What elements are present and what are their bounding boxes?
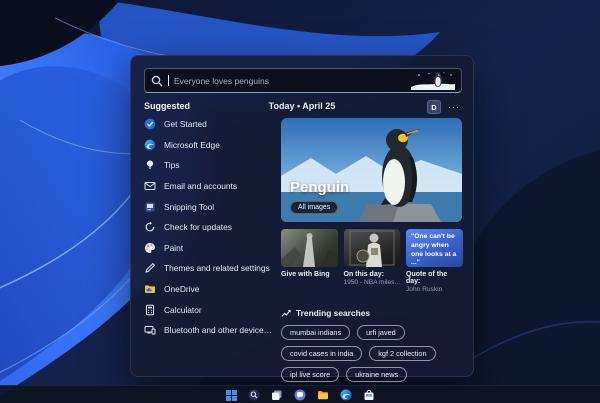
sidebar-item-tips[interactable]: Tips: [144, 159, 274, 172]
sidebar-item-themes-settings[interactable]: Themes and related settings: [144, 262, 274, 275]
sidebar-item-get-started[interactable]: Get Started: [144, 118, 274, 131]
file-explorer-icon: [318, 391, 328, 400]
trending-pill[interactable]: ipl live score: [281, 367, 340, 382]
hero-image-card[interactable]: Penguin All images: [281, 118, 462, 222]
search-input[interactable]: Everyone loves penguins: [144, 68, 462, 93]
search-taskbar-icon: [248, 389, 260, 401]
text-caret: [168, 75, 169, 86]
card-subtitle: John Ruskin: [406, 286, 443, 293]
sidebar-item-calculator[interactable]: Calculator: [144, 303, 274, 316]
card-give-with-bing[interactable]: Give with Bing: [281, 229, 338, 293]
search-query-text: Everyone loves penguins: [174, 75, 269, 86]
card-title: Give with Bing: [281, 271, 330, 278]
all-images-button[interactable]: All images: [290, 201, 339, 214]
search-icon: [151, 75, 163, 87]
card-title: Quote of the day:: [406, 271, 448, 285]
trending-pills: mumbai indians urfi javed covid cases in…: [281, 325, 462, 382]
card-subtitle: 1950 - NBA miles...: [343, 279, 400, 286]
desktop: Everyone loves penguins Suggested Today …: [0, 0, 600, 403]
devices-icon: [144, 326, 156, 335]
card-title: On this day:: [343, 271, 384, 278]
snipping-tool-icon: [145, 202, 155, 212]
file-explorer-button[interactable]: [316, 388, 330, 402]
refresh-icon: [145, 222, 155, 232]
edge-button[interactable]: [339, 388, 353, 402]
quote-text: "One can't be angry when one looks at a …: [411, 233, 457, 267]
search-button[interactable]: [247, 388, 261, 402]
get-started-icon: [144, 118, 156, 130]
taskbar: [0, 385, 600, 403]
hero-title: Penguin: [290, 179, 350, 196]
charity-photo: [281, 229, 338, 267]
trending-pill[interactable]: covid cases in india: [281, 346, 363, 361]
panel-header: Suggested Today • April 25 D ···: [144, 100, 460, 114]
today-cards-row: Give with Bing On this day: 1950 - NBA m…: [281, 229, 463, 293]
more-options-icon[interactable]: ···: [448, 102, 460, 112]
search-flyout-panel: Everyone loves penguins Suggested Today …: [130, 55, 474, 382]
basketball-player-photo: [343, 229, 400, 267]
profile-badge[interactable]: D: [427, 100, 441, 114]
trending-pill[interactable]: mumbai indians: [281, 325, 351, 340]
trending-heading: Trending searches: [296, 308, 371, 318]
task-view-icon: [272, 390, 282, 400]
suggested-list: Get Started Microsoft Edge Tips Email an…: [144, 118, 274, 337]
onedrive-icon: [145, 285, 155, 294]
sidebar-item-onedrive[interactable]: OneDrive: [144, 283, 274, 296]
sidebar-item-email-accounts[interactable]: Email and accounts: [144, 180, 274, 193]
trending-up-icon: [281, 309, 291, 317]
sidebar-item-microsoft-edge[interactable]: Microsoft Edge: [144, 139, 274, 152]
chat-icon: [294, 389, 306, 401]
today-panel: Penguin All images Give with Bing On thi…: [281, 118, 463, 382]
windows-logo-icon: [225, 389, 237, 401]
sidebar-item-paint[interactable]: Paint: [144, 242, 274, 255]
card-on-this-day[interactable]: On this day: 1950 - NBA miles...: [343, 229, 400, 293]
store-icon: [364, 389, 374, 400]
penguin-illustration-icon: [411, 72, 455, 90]
start-button[interactable]: [224, 388, 238, 402]
sidebar-item-bluetooth-devices[interactable]: Bluetooth and other devices sett...: [144, 324, 274, 337]
sidebar-item-snipping-tool[interactable]: Snipping Tool: [144, 200, 274, 213]
trending-pill[interactable]: kgf 2 collection: [369, 346, 436, 361]
sidebar-item-check-updates[interactable]: Check for updates: [144, 221, 274, 234]
lightbulb-icon: [146, 160, 154, 170]
task-view-button[interactable]: [270, 388, 284, 402]
edge-taskbar-icon: [340, 389, 352, 401]
trending-searches-section: Trending searches mumbai indians urfi ja…: [281, 308, 462, 382]
edge-icon: [144, 139, 156, 151]
paint-icon: [145, 242, 155, 253]
trending-pill[interactable]: ukraine news: [346, 367, 408, 382]
card-quote-of-the-day[interactable]: "One can't be angry when one looks at a …: [406, 229, 463, 293]
calculator-icon: [146, 304, 154, 315]
envelope-icon: [144, 182, 156, 191]
today-date-label: Today • April 25: [268, 101, 336, 111]
chat-button[interactable]: [293, 388, 307, 402]
quote-card: "One can't be angry when one looks at a …: [406, 229, 463, 267]
trending-pill[interactable]: urfi javed: [357, 325, 405, 340]
store-button[interactable]: [362, 388, 376, 402]
pencil-icon: [145, 263, 156, 274]
